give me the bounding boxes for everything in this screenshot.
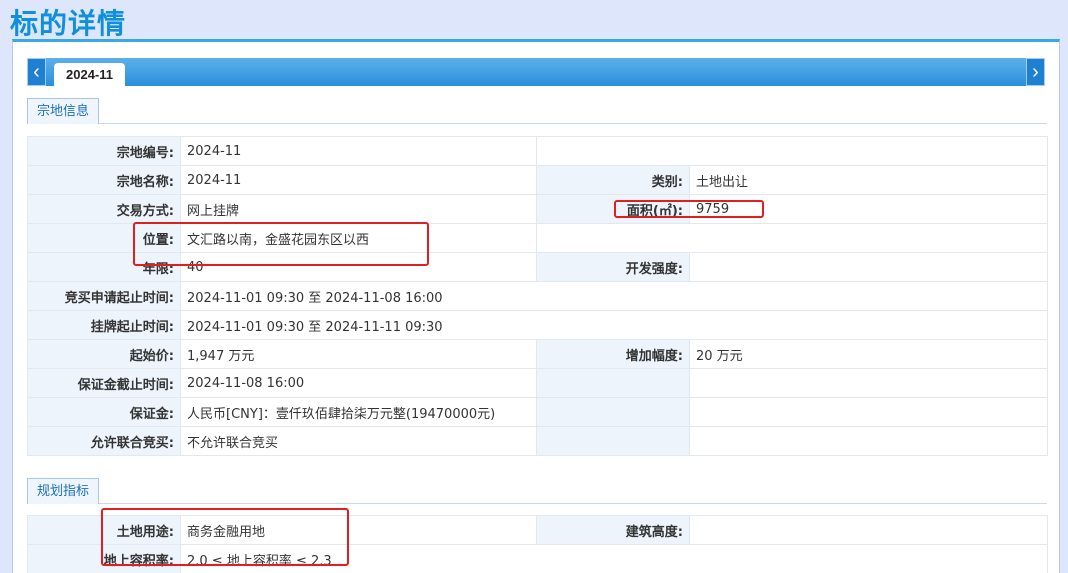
table-row: 位置: 文汇路以南，金盛花园东区以西 <box>27 223 1048 253</box>
tab-2024-11[interactable]: 2024-11 <box>54 63 125 86</box>
parcel-name-value: 2024-11 <box>180 165 537 195</box>
section-header-planning: 规划指标 <box>27 478 1047 504</box>
deposit-value: 人民币[CNY]：壹仟玖佰肆拾柒万元整(19470000元) <box>180 397 537 427</box>
dev-intensity-label: 开发强度: <box>536 252 690 282</box>
start-price-value: 1,947 万元 <box>180 339 537 369</box>
table-row: 宗地名称: 2024-11 类别: 土地出让 <box>27 165 1048 195</box>
far-label: 地上容积率: <box>27 544 181 573</box>
section-tag-parcel[interactable]: 宗地信息 <box>27 98 100 124</box>
bid-apply-period-value: 2024-11-01 09:30 至 2024-11-08 16:00 <box>180 281 1048 311</box>
table-row: 允许联合竞买: 不允许联合竞买 <box>27 426 1048 456</box>
empty-cell <box>536 223 1048 253</box>
trade-method-label: 交易方式: <box>27 194 181 224</box>
start-price-label: 起始价: <box>27 339 181 369</box>
table-row: 交易方式: 网上挂牌 面积(㎡): 9759 <box>27 194 1048 224</box>
table-row: 土地用途: 商务金融用地 建筑高度: <box>27 515 1048 545</box>
parcel-id-label: 宗地编号: <box>27 136 181 166</box>
table-row: 年限: 40 开发强度: <box>27 252 1048 282</box>
listing-period-value: 2024-11-01 09:30 至 2024-11-11 09:30 <box>180 310 1048 340</box>
land-use-label: 土地用途: <box>27 515 181 545</box>
building-height-label: 建筑高度: <box>536 515 690 545</box>
table-row: 地上容积率: 2.0 ≤ 地上容积率 ≤ 2.3 <box>27 544 1048 573</box>
land-use-value: 商务金融用地 <box>180 515 537 545</box>
term-label: 年限: <box>27 252 181 282</box>
table-row: 挂牌起止时间: 2024-11-01 09:30 至 2024-11-11 09… <box>27 310 1048 340</box>
term-value: 40 <box>180 252 537 282</box>
empty-label-cell <box>536 426 690 456</box>
tab-bar: ‹ 2024-11 › <box>27 58 1045 86</box>
planning-info-table: 土地用途: 商务金融用地 建筑高度: 地上容积率: 2.0 ≤ 地上容积率 ≤ … <box>27 515 1048 573</box>
empty-cell <box>689 397 1048 427</box>
dev-intensity-value <box>689 252 1048 282</box>
table-row: 保证金: 人民币[CNY]：壹仟玖佰肆拾柒万元整(19470000元) <box>27 397 1048 427</box>
area-value: 9759 <box>689 194 1048 224</box>
section-tag-planning[interactable]: 规划指标 <box>27 478 100 504</box>
parcel-id-value: 2024-11 <box>180 136 537 166</box>
location-label: 位置: <box>27 223 181 253</box>
building-height-value <box>689 515 1048 545</box>
location-value: 文汇路以南，金盛花园东区以西 <box>180 223 537 253</box>
joint-bid-label: 允许联合竞买: <box>27 426 181 456</box>
bid-apply-period-label: 竞买申请起止时间: <box>27 281 181 311</box>
parcel-name-label: 宗地名称: <box>27 165 181 195</box>
empty-label-cell <box>536 397 690 427</box>
empty-cell <box>689 368 1048 398</box>
table-row: 竞买申请起止时间: 2024-11-01 09:30 至 2024-11-08 … <box>27 281 1048 311</box>
next-tab-button[interactable]: › <box>1026 58 1045 86</box>
prev-tab-button[interactable]: ‹ <box>27 58 46 86</box>
table-row: 起始价: 1,947 万元 增加幅度: 20 万元 <box>27 339 1048 369</box>
area-label: 面积(㎡): <box>536 194 690 224</box>
category-value: 土地出让 <box>689 165 1048 195</box>
increment-label: 增加幅度: <box>536 339 690 369</box>
listing-period-label: 挂牌起止时间: <box>27 310 181 340</box>
empty-cell <box>689 426 1048 456</box>
deposit-deadline-label: 保证金截止时间: <box>27 368 181 398</box>
trade-method-value: 网上挂牌 <box>180 194 537 224</box>
empty-label-cell <box>536 368 690 398</box>
table-row: 宗地编号: 2024-11 <box>27 136 1048 166</box>
detail-panel: ‹ 2024-11 › 宗地信息 宗地编号: 2024-11 宗地名称: 202… <box>12 39 1060 573</box>
deposit-deadline-value: 2024-11-08 16:00 <box>180 368 537 398</box>
category-label: 类别: <box>536 165 690 195</box>
page-title: 标的详情 <box>10 7 127 40</box>
deposit-label: 保证金: <box>27 397 181 427</box>
increment-value: 20 万元 <box>689 339 1048 369</box>
parcel-info-table: 宗地编号: 2024-11 宗地名称: 2024-11 类别: 土地出让 交易方… <box>27 136 1048 456</box>
section-header-parcel: 宗地信息 <box>27 98 1047 124</box>
far-value: 2.0 ≤ 地上容积率 ≤ 2.3 <box>180 544 1048 573</box>
empty-cell <box>536 136 1048 166</box>
table-row: 保证金截止时间: 2024-11-08 16:00 <box>27 368 1048 398</box>
joint-bid-value: 不允许联合竞买 <box>180 426 537 456</box>
